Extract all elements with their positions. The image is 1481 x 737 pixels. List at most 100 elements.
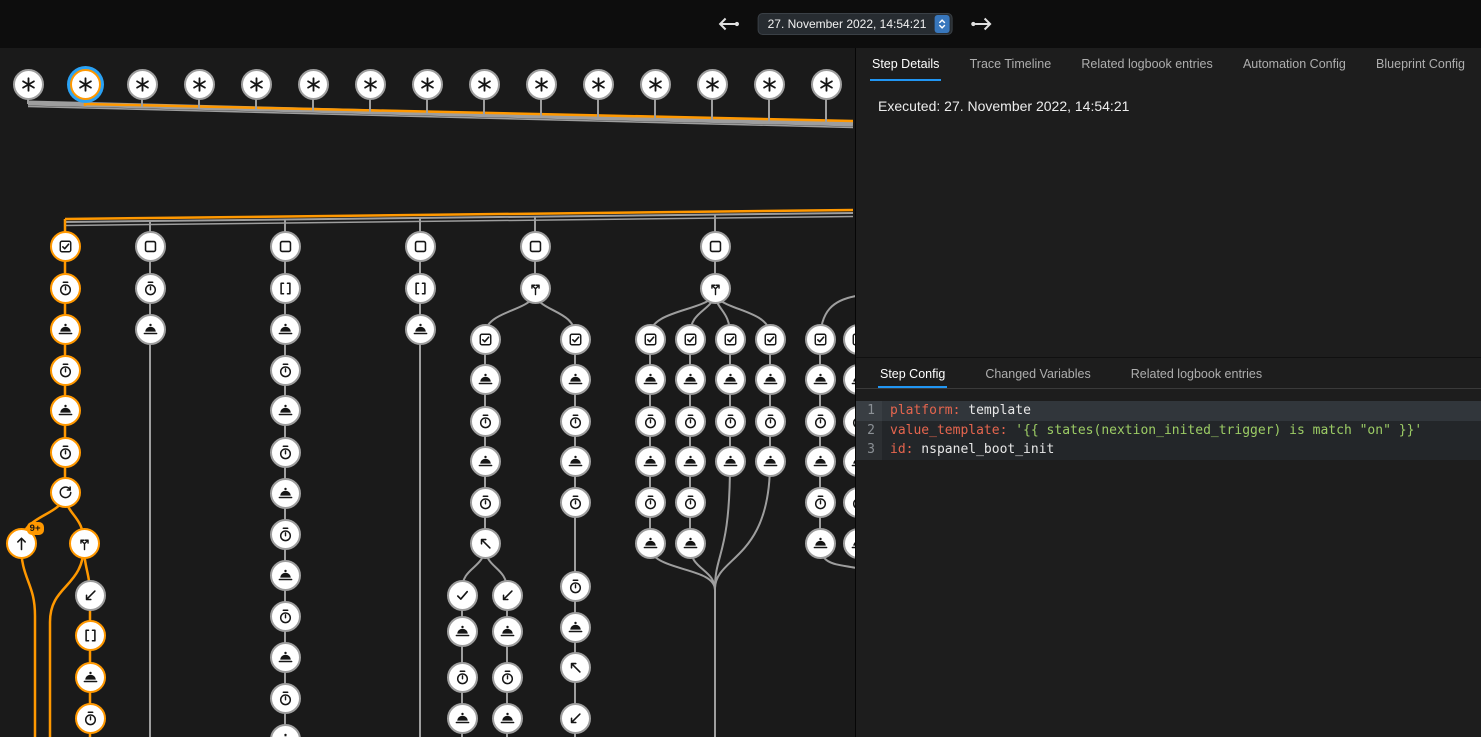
delay-node[interactable] [715,406,746,437]
delay-node[interactable] [635,406,666,437]
details-tab-automation-config[interactable]: Automation Config [1241,48,1348,81]
service-call-node[interactable] [675,528,706,559]
service-call-node[interactable] [635,364,666,395]
trigger-node[interactable] [697,69,728,100]
sequence-node[interactable] [75,620,106,651]
service-call-node[interactable] [270,642,301,673]
delay-node[interactable] [270,437,301,468]
service-call-node[interactable] [755,446,786,477]
condition-node[interactable] [50,231,81,262]
delay-node[interactable] [270,355,301,386]
previous-run-icon[interactable] [716,11,742,37]
trigger-node[interactable] [355,69,386,100]
condition-list-node[interactable] [270,231,301,262]
condition-node[interactable] [755,324,786,355]
delay-node[interactable] [135,273,166,304]
service-call-node[interactable] [405,314,436,345]
loop-back-node[interactable]: 9+ [6,528,37,559]
service-call-node[interactable] [492,616,523,647]
choose-node[interactable] [520,273,551,304]
delay-node[interactable] [492,662,523,693]
trigger-node[interactable] [754,69,785,100]
trigger-node[interactable] [640,69,671,100]
next-run-icon[interactable] [968,11,994,37]
condition-node[interactable] [470,324,501,355]
condition-list-node[interactable] [700,231,731,262]
config-tab-changed-variables[interactable]: Changed Variables [983,361,1092,388]
service-call-node[interactable] [675,364,706,395]
arrow-node[interactable] [492,580,523,611]
trigger-node[interactable] [184,69,215,100]
choose-node[interactable] [69,528,100,559]
service-call-node[interactable] [560,446,591,477]
condition-node[interactable] [715,324,746,355]
service-call-node[interactable] [470,446,501,477]
condition-list-node[interactable] [520,231,551,262]
details-tab-trace-timeline[interactable]: Trace Timeline [968,48,1054,81]
trigger-node[interactable] [526,69,557,100]
trigger-node[interactable] [583,69,614,100]
delay-node[interactable] [560,406,591,437]
sequence-node[interactable] [405,273,436,304]
delay-node[interactable] [447,662,478,693]
delay-node[interactable] [270,601,301,632]
delay-node[interactable] [50,355,81,386]
service-call-node[interactable] [270,395,301,426]
service-call-node[interactable] [635,528,666,559]
delay-node[interactable] [560,571,591,602]
service-call-node[interactable] [715,364,746,395]
service-call-node[interactable] [492,703,523,734]
service-call-node[interactable] [675,446,706,477]
trigger-node[interactable] [298,69,329,100]
service-call-node[interactable] [50,395,81,426]
delay-node[interactable] [675,406,706,437]
delay-node[interactable] [755,406,786,437]
config-tab-related-logbook-entries[interactable]: Related logbook entries [1129,361,1264,388]
sequence-node[interactable] [270,273,301,304]
delay-node[interactable] [635,487,666,518]
service-call-node[interactable] [270,560,301,591]
delay-node[interactable] [50,437,81,468]
config-tab-step-config[interactable]: Step Config [878,361,947,388]
condition-node[interactable] [560,324,591,355]
yaml-editor[interactable]: 1platform: template2value_template: '{{ … [856,401,1481,460]
service-call-node[interactable] [270,314,301,345]
trigger-node[interactable] [70,69,101,100]
arrow-node[interactable] [470,528,501,559]
service-call-node[interactable] [447,703,478,734]
service-call-node[interactable] [75,662,106,693]
service-call-node[interactable] [635,446,666,477]
service-call-node[interactable] [270,478,301,509]
delay-node[interactable] [805,406,836,437]
arrow-node[interactable] [560,652,591,683]
service-call-node[interactable] [560,612,591,643]
service-call-node[interactable] [805,528,836,559]
service-call-node[interactable] [447,616,478,647]
trigger-node[interactable] [127,69,158,100]
delay-node[interactable] [470,406,501,437]
service-call-node[interactable] [715,446,746,477]
arrow-node[interactable] [560,703,591,734]
condition-list-node[interactable] [135,231,166,262]
trigger-node[interactable] [811,69,842,100]
service-call-node[interactable] [805,364,836,395]
trigger-node[interactable] [412,69,443,100]
run-selector[interactable]: 27. November 2022, 14:54:21 [758,13,953,35]
service-call-node[interactable] [755,364,786,395]
service-call-node[interactable] [560,364,591,395]
delay-node[interactable] [270,683,301,714]
trigger-node[interactable] [469,69,500,100]
repeat-node[interactable] [50,477,81,508]
delay-node[interactable] [675,487,706,518]
delay-node[interactable] [50,273,81,304]
condition-node[interactable] [675,324,706,355]
choose-node[interactable] [700,273,731,304]
service-call-node[interactable] [135,314,166,345]
trigger-node[interactable] [13,69,44,100]
details-tab-related-logbook-entries[interactable]: Related logbook entries [1079,48,1214,81]
service-call-node[interactable] [805,446,836,477]
arrow-node[interactable] [75,580,106,611]
delay-node[interactable] [75,703,106,734]
delay-node[interactable] [805,487,836,518]
service-call-node[interactable] [470,364,501,395]
